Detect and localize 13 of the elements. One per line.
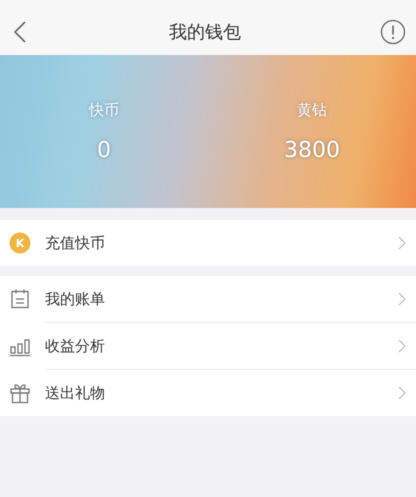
- info-icon[interactable]: [380, 18, 406, 44]
- balance-value: 3800: [284, 138, 340, 162]
- gift-icon: [9, 382, 31, 404]
- chevron-icon: [398, 386, 406, 400]
- chevron-icon: [398, 236, 406, 250]
- calendar-icon: [9, 288, 31, 310]
- balance-value: 0: [97, 138, 111, 162]
- coin-icon: K: [9, 232, 31, 254]
- balance-label: 黄钻: [297, 100, 327, 120]
- chevron-icon: [398, 339, 406, 353]
- balance-label: 快币: [89, 100, 119, 120]
- chevron-icon: [398, 292, 406, 306]
- page-title: 我的钱包: [169, 20, 241, 44]
